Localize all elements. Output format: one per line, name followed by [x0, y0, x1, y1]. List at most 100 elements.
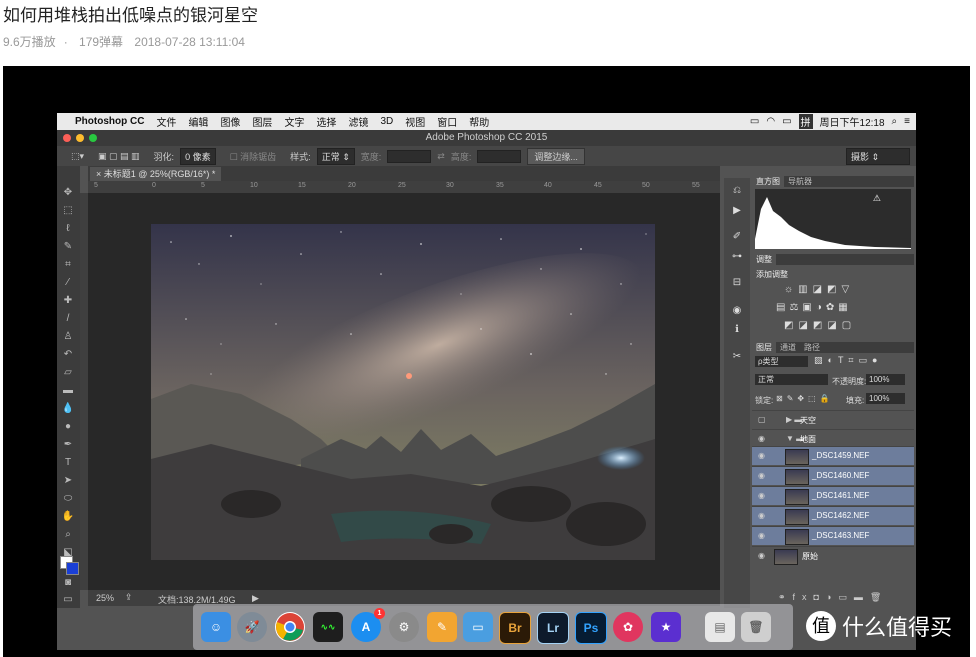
menu-item[interactable]: 图层	[246, 114, 278, 129]
tab-navigator[interactable]: 导航器	[784, 176, 816, 187]
eraser-tool-icon[interactable]: ▱	[61, 366, 75, 380]
menubar-clock[interactable]: 周日下午12:18	[820, 114, 885, 129]
eye-icon[interactable]: ◉	[758, 551, 765, 560]
eye-icon[interactable]: ◉	[758, 451, 765, 460]
pages-icon[interactable]: ✎	[427, 612, 457, 642]
background-color-swatch[interactable]	[66, 562, 79, 575]
layer-footer-icons[interactable]: ⚭fx◘◑▭▬🗑	[778, 592, 888, 603]
system-preferences-icon[interactable]: ⚙	[389, 612, 419, 642]
blur-tool-icon[interactable]: 💧	[61, 402, 75, 416]
pinyin-icon[interactable]: ✿	[613, 612, 643, 642]
zoom-level[interactable]: 25%	[96, 593, 114, 603]
blend-mode-select[interactable]: 正常	[755, 374, 828, 385]
screen-mode-icon[interactable]: ▭	[61, 593, 75, 607]
app-menu[interactable]: Photoshop CC	[69, 116, 150, 127]
lock-icons[interactable]: ⊠✎✥⬚🔒	[776, 394, 834, 403]
milky-way-photo[interactable]	[151, 224, 655, 560]
keynote-icon[interactable]: ▭	[463, 612, 493, 642]
zoom-tool-icon[interactable]: ⌕	[61, 528, 75, 542]
swap-icon[interactable]: ⇄	[437, 151, 445, 162]
menu-item[interactable]: 文件	[150, 114, 182, 129]
app-store-icon[interactable]: A 1	[351, 608, 385, 642]
trash-icon[interactable]: 🗑	[741, 612, 771, 642]
eye-icon[interactable]: ◉	[758, 531, 765, 540]
zoom-window-icon[interactable]	[89, 134, 97, 142]
layer-group-row[interactable]: ▢ ▶ ▬ 天空	[752, 410, 914, 429]
tab-layers[interactable]: 图层	[752, 342, 776, 353]
wifi-icon[interactable]: ◠	[766, 116, 775, 127]
dodge-tool-icon[interactable]: ●	[61, 420, 75, 434]
brush-presets-icon[interactable]: ✐	[730, 230, 744, 244]
feather-input[interactable]: 0 像素	[180, 147, 216, 165]
healing-brush-tool-icon[interactable]: ✚	[61, 294, 75, 308]
export-icon[interactable]: ⇪	[125, 592, 133, 603]
menu-item[interactable]: 3D	[374, 116, 399, 127]
input-method-icon[interactable]: 拼	[798, 114, 813, 129]
pen-tool-icon[interactable]: ✒	[61, 438, 75, 452]
brush-tool-icon[interactable]: /	[61, 312, 75, 326]
bridge-icon[interactable]: Br	[499, 612, 531, 644]
tool-presets-icon[interactable]: ✂	[730, 350, 744, 364]
layer-row[interactable]: ◉ _DSC1463.NEF	[752, 526, 914, 545]
menu-item[interactable]: 图像	[214, 114, 246, 129]
fill-input[interactable]: 100%	[866, 393, 905, 404]
eye-icon[interactable]: ◉	[758, 471, 765, 480]
clone-stamp-tool-icon[interactable]: ♙	[61, 330, 75, 344]
menu-item[interactable]: 视图	[399, 114, 431, 129]
minimize-window-icon[interactable]	[76, 134, 84, 142]
tab-histogram[interactable]: 直方图	[752, 176, 784, 187]
lightroom-icon[interactable]: Lr	[537, 612, 569, 644]
finder-icon[interactable]: ☺	[201, 612, 231, 642]
layer-row[interactable]: ◉ 原始	[752, 546, 914, 565]
tab-adjustments[interactable]: 调整	[752, 254, 776, 265]
layer-filter-icons[interactable]: ▧◐T⌗▭●	[814, 355, 882, 366]
brush-panel-icon[interactable]: ⊶	[730, 250, 744, 264]
launchpad-icon[interactable]: 🚀	[237, 612, 267, 642]
visibility-off-icon[interactable]: ▢	[758, 415, 766, 424]
layer-row[interactable]: ◉ _DSC1462.NEF	[752, 506, 914, 525]
hand-tool-icon[interactable]: ✋	[61, 510, 75, 524]
layer-row[interactable]: ◉ _DSC1459.NEF	[752, 446, 914, 465]
close-tab-icon[interactable]: ×	[96, 169, 104, 179]
info-icon[interactable]: ℹ	[730, 323, 744, 337]
preview-icon[interactable]: ▤	[705, 612, 735, 642]
selection-mode-icon[interactable]: ▣ ▢ ▤ ▥	[98, 151, 140, 162]
eye-icon[interactable]: ◉	[758, 491, 765, 500]
crop-tool-icon[interactable]: ⌗	[61, 258, 75, 272]
vertical-ruler[interactable]	[80, 193, 88, 590]
height-input[interactable]	[477, 149, 522, 163]
airplay-icon[interactable]: ▭	[750, 116, 759, 127]
adjustment-icons-row-3[interactable]: ◩◪◩◪▢	[784, 320, 856, 331]
eye-icon[interactable]: ◉	[758, 511, 765, 520]
warning-icon[interactable]: ⚠	[873, 193, 881, 204]
adjustment-icons-row-2[interactable]: ▤⚖▣◑✿▦	[776, 302, 852, 313]
photoshop-icon[interactable]: Ps	[575, 612, 607, 644]
spotlight-icon[interactable]: ⌕	[892, 116, 898, 127]
width-input[interactable]	[387, 149, 432, 163]
tab-channels[interactable]: 通道	[776, 342, 800, 353]
gradient-tool-icon[interactable]: ▬	[61, 384, 75, 398]
eye-icon[interactable]: ◉	[758, 434, 765, 443]
eyedropper-tool-icon[interactable]: ⁄	[61, 276, 75, 290]
imovie-icon[interactable]: ★	[651, 612, 681, 642]
layer-row[interactable]: ◉ _DSC1461.NEF	[752, 486, 914, 505]
type-tool-icon[interactable]: T	[61, 456, 75, 470]
clone-source-icon[interactable]: ⊟	[730, 276, 744, 290]
notification-center-icon[interactable]: ≡	[904, 116, 910, 127]
layer-kind-filter[interactable]: ρ类型	[755, 356, 808, 367]
path-select-tool-icon[interactable]: ➤	[61, 474, 75, 488]
style-select[interactable]: 正常 ⇕	[316, 147, 355, 165]
adjustment-icons-row-1[interactable]: ☼▥◪◩▽	[784, 284, 854, 295]
shape-tool-icon[interactable]: ⬭	[61, 492, 75, 506]
horizontal-ruler[interactable]: 5 0 5 10 15 20 25 30 35 40 45 50 55	[88, 181, 720, 193]
tab-paths[interactable]: 路径	[800, 342, 824, 353]
menu-item[interactable]: 编辑	[182, 114, 214, 129]
activity-monitor-icon[interactable]: ∿∿	[313, 612, 343, 642]
lasso-tool-icon[interactable]: ℓ	[61, 222, 75, 236]
menu-item[interactable]: 帮助	[463, 114, 495, 129]
actions-panel-icon[interactable]: ▶	[730, 204, 744, 218]
marquee-tool-icon[interactable]: ⬚▾	[71, 151, 84, 162]
close-window-icon[interactable]	[63, 134, 71, 142]
battery-icon[interactable]: ▭	[782, 116, 791, 127]
quick-select-tool-icon[interactable]: ✎	[61, 240, 75, 254]
